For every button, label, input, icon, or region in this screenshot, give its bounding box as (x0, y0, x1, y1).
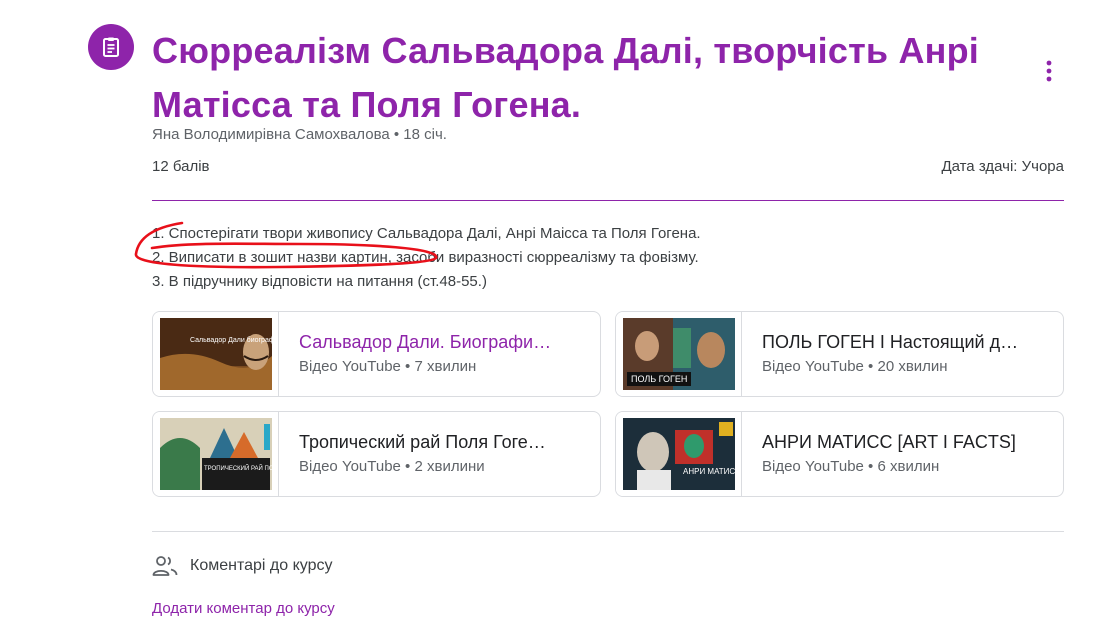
attachment-subtitle: Відео YouTube • 7 хвилин (299, 358, 477, 375)
video-thumbnail: АНРИ МАТИСС (616, 412, 742, 496)
class-comments-header: Коментарі до курсу (152, 555, 332, 577)
people-icon (152, 556, 178, 576)
attachment-title[interactable]: Сальвадор Дали. Биографи… (299, 330, 574, 354)
video-thumbnail: Сальвадор Дали биография и картины (153, 312, 279, 396)
attachment-subtitle: Відео YouTube • 2 хвилини (299, 458, 485, 475)
attachment-title[interactable]: Тропический рай Поля Гоге… (299, 430, 574, 454)
attachment-title[interactable]: АНРИ МАТИСС [ART I FACTS] (762, 430, 1037, 454)
attachment-card[interactable]: АНРИ МАТИСС АНРИ МАТИСС [ART I FACTS] Ві… (615, 411, 1064, 497)
more-vert-icon (1046, 60, 1052, 82)
thumb-text: ПОЛЬ ГОГЕН (631, 374, 687, 384)
instruction-line: 1. Спостерігати твори живопису Сальвадор… (152, 225, 701, 242)
thumb-text: Сальвадор Дали биография и картины (190, 336, 272, 344)
instruction-line: 2. Виписати в зошит назви картин, засоби… (152, 249, 699, 266)
header-divider (152, 200, 1064, 201)
video-thumbnail: ПОЛЬ ГОГЕН (616, 312, 742, 396)
instruction-line: 3. В підручнику відповісти на питання (с… (152, 273, 487, 290)
assignment-title: Сюрреалізм Сальвадора Далі, творчість Ан… (152, 30, 979, 125)
attachment-title[interactable]: ПОЛЬ ГОГЕН I Настоящий д… (762, 330, 1037, 354)
due-date: Дата здачі: Учора (941, 158, 1064, 175)
attachment-card[interactable]: ПОЛЬ ГОГЕН ПОЛЬ ГОГЕН I Настоящий д… Від… (615, 311, 1064, 397)
more-options-button[interactable] (1034, 56, 1064, 86)
comments-divider (152, 531, 1064, 532)
thumb-text: АНРИ МАТИСС (683, 467, 735, 476)
video-thumbnail: ТРОПИЧЕСКИЙ РАЙ ПОЛЯ ГОГЕНА. ПРАВДА И ВЫ… (153, 412, 279, 496)
attachment-subtitle: Відео YouTube • 6 хвилин (762, 458, 940, 475)
attachment-card[interactable]: Сальвадор Дали биография и картины Сальв… (152, 311, 601, 397)
class-comments-label: Коментарі до курсу (190, 557, 333, 574)
attachment-card[interactable]: ТРОПИЧЕСКИЙ РАЙ ПОЛЯ ГОГЕНА. ПРАВДА И ВЫ… (152, 411, 601, 497)
thumb-text: ТРОПИЧЕСКИЙ РАЙ ПОЛЯ ГОГЕНА. ПРАВДА И ВЫ… (204, 464, 272, 472)
points-label: 12 балів (152, 158, 210, 175)
assignment-icon (88, 24, 134, 70)
author-date: Яна Володимирівна Самохвалова • 18 січ. (152, 126, 447, 143)
instructions: 1. Спостерігати твори живопису Сальвадор… (152, 222, 701, 294)
attachment-subtitle: Відео YouTube • 20 хвилин (762, 358, 948, 375)
add-class-comment-link[interactable]: Додати коментар до курсу (152, 600, 335, 617)
